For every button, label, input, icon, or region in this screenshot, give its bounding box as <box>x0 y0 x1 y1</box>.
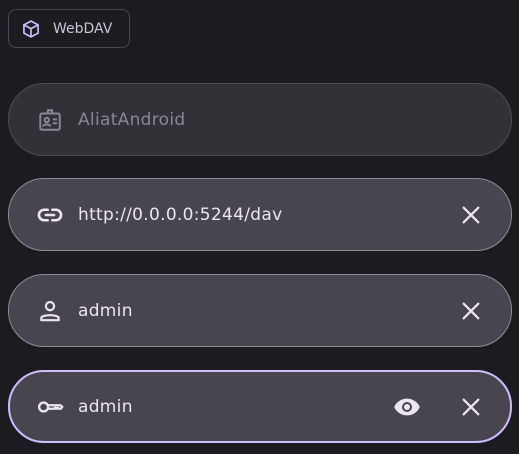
webdav-chip[interactable]: WebDAV <box>8 9 130 48</box>
username-value[interactable]: admin <box>78 301 457 321</box>
url-value[interactable]: http://0.0.0.0:5244/dav <box>78 205 457 225</box>
visibility-icon[interactable] <box>393 393 421 421</box>
person-icon <box>36 297 64 325</box>
clear-icon[interactable] <box>457 393 485 421</box>
name-field: AliatAndroid <box>8 83 512 156</box>
link-icon <box>36 201 64 229</box>
cube-icon <box>21 19 41 39</box>
key-icon <box>36 393 64 421</box>
password-value[interactable]: admin <box>78 397 393 417</box>
url-field[interactable]: http://0.0.0.0:5244/dav <box>8 178 512 251</box>
id-badge-icon <box>36 106 64 134</box>
name-value: AliatAndroid <box>78 109 186 130</box>
clear-icon[interactable] <box>457 201 485 229</box>
password-field[interactable]: admin <box>8 370 512 443</box>
username-field[interactable]: admin <box>8 274 512 347</box>
clear-icon[interactable] <box>457 297 485 325</box>
chip-label: WebDAV <box>53 20 113 37</box>
